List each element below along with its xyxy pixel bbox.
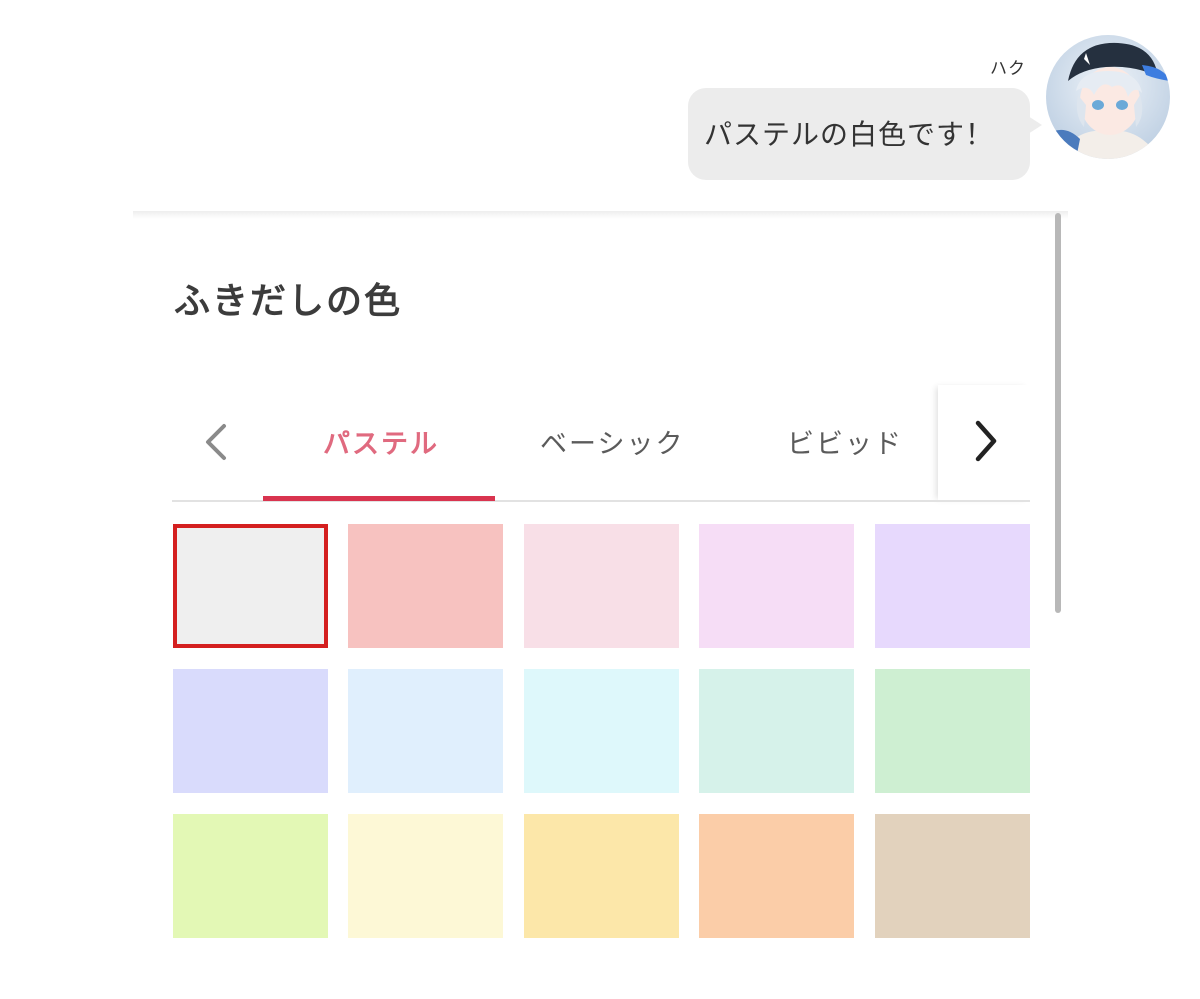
chevron-left-icon [206, 424, 226, 460]
tab-next-button[interactable] [938, 385, 1030, 501]
chevron-right-icon [975, 420, 997, 462]
color-swatch[interactable] [875, 669, 1030, 793]
color-swatch[interactable] [348, 669, 503, 793]
page: ハク パステルの白色です！ ふきだしの色 パステル ベーシック ビビッド [0, 0, 1200, 999]
speech-bubble-text: パステルの白色です！ [704, 118, 995, 151]
color-swatch[interactable] [173, 669, 328, 793]
panel-title: ふきだしの色 [174, 281, 403, 322]
color-swatch[interactable] [524, 524, 679, 648]
color-swatch-selected[interactable] [173, 524, 328, 648]
color-swatch[interactable] [875, 524, 1030, 648]
color-swatch[interactable] [699, 814, 854, 938]
color-swatch[interactable] [348, 524, 503, 648]
color-swatch[interactable] [348, 814, 503, 938]
color-swatch[interactable] [173, 814, 328, 938]
speaker-name: ハク [990, 59, 1026, 79]
color-swatch[interactable] [524, 669, 679, 793]
tab-prev-button[interactable] [196, 420, 236, 464]
tab-active-indicator [263, 496, 495, 501]
scrollbar[interactable] [1055, 213, 1061, 613]
color-swatch[interactable] [699, 524, 854, 648]
tab-basic[interactable]: ベーシック [540, 422, 684, 461]
avatar [1046, 35, 1170, 159]
color-swatch[interactable] [524, 814, 679, 938]
tab-vivid[interactable]: ビビッド [787, 422, 903, 461]
panel-top-shadow [133, 211, 1068, 219]
color-swatch[interactable] [699, 669, 854, 793]
color-swatch[interactable] [875, 814, 1030, 938]
tab-pastel[interactable]: パステル [323, 422, 439, 461]
speech-bubble-tail [1028, 116, 1042, 134]
